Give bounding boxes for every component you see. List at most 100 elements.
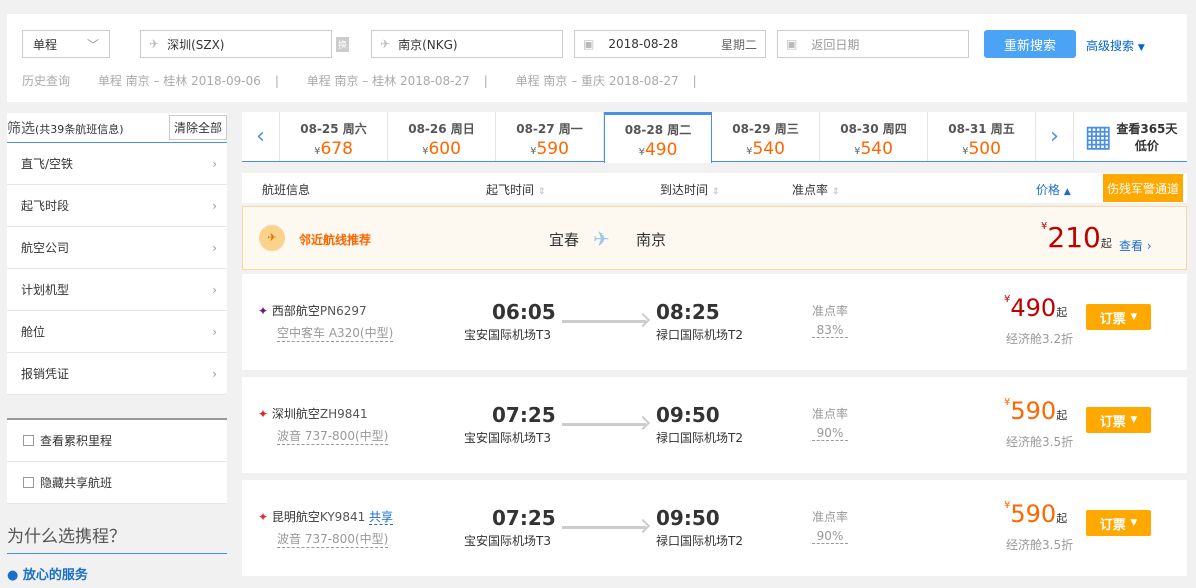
flight-price: ¥490起 (1004, 294, 1067, 322)
caret-down-icon: ▼ (1130, 312, 1137, 322)
airline-logo-icon: ✦ (258, 407, 268, 421)
sort-ontime[interactable]: 准点率 ⇕ (792, 181, 839, 198)
divider: | (693, 74, 697, 88)
departure-airport: 宝安国际机场T3 (464, 326, 551, 343)
depart-date-input[interactable]: ▣ 2018-08-28星期二 (574, 30, 766, 58)
filter-label: 航空公司 (21, 239, 69, 256)
arrow-icon (562, 526, 646, 529)
from-city-input[interactable]: ✈ 深圳(SZX) (140, 30, 332, 58)
filter-time[interactable]: 起飞时段 › (7, 185, 227, 227)
airline-info: ✦ 西部航空PN6297 (258, 302, 367, 319)
nearby-route-recommend[interactable]: ✈ 邻近航线推荐 宜春 ✈ 南京 ¥210起 查看 › (242, 206, 1187, 270)
trip-type-select[interactable]: 单程﹀ (22, 30, 110, 58)
calendar-icon: ▣ (583, 37, 594, 51)
mileage-checkbox[interactable]: 查看累积里程 (7, 420, 227, 462)
sort-arr[interactable]: 到达时间 ⇕ (660, 181, 719, 198)
sort-price[interactable]: 价格 ▲ (1036, 181, 1071, 198)
filter-cabin[interactable]: 舱位› (7, 311, 227, 353)
sort-icon: ⇕ (538, 187, 546, 197)
ontime-rate[interactable]: 准点率83% (812, 302, 848, 338)
filter-plane[interactable]: 计划机型› (7, 269, 227, 311)
discount-text: 经济舱3.5折 (1006, 536, 1073, 553)
airline-logo-icon: ✦ (258, 304, 268, 318)
next-dates-button[interactable]: › (1036, 112, 1074, 161)
date-tab[interactable]: 08-25 周六¥678 (280, 112, 388, 161)
low-price-calendar-button[interactable]: ▦查看365天低价 (1074, 112, 1187, 161)
departure-time: 07:25 (492, 506, 556, 530)
col-flight-info: 航班信息 (262, 181, 310, 198)
flight-row: ✦ 深圳航空ZH9841 波音 737-800(中型) 07:25 宝安国际机场… (242, 377, 1187, 473)
landing-icon: ✈ (380, 37, 390, 51)
airline-name: 西部航空 (272, 304, 320, 318)
takeoff-icon: ✈ (149, 37, 159, 51)
date-tab[interactable]: 08-29 周三¥540 (712, 112, 820, 161)
recommend-view-link[interactable]: 查看 › (1119, 237, 1152, 254)
recommend-label: 邻近航线推荐 (299, 231, 371, 248)
chevron-right-icon: › (212, 367, 217, 381)
arrow-icon (562, 423, 646, 426)
chevron-right-icon: › (212, 283, 217, 297)
ontime-rate[interactable]: 准点率90% (812, 405, 848, 441)
book-button[interactable]: 订票 ▼ (1086, 510, 1151, 536)
advanced-search-link[interactable]: 高级搜索 ▼ (1086, 37, 1145, 54)
date-tab-selected[interactable]: 08-28 周二¥490 (604, 112, 712, 163)
flight-row: ✦ 昆明航空KY9841 共享 波音 737-800(中型) 07:25 宝安国… (242, 480, 1187, 576)
airline-info: ✦ 深圳航空ZH9841 (258, 405, 368, 422)
plane-type[interactable]: 空中客车 A320(中型) (277, 324, 393, 342)
history-item[interactable]: 单程 南京 – 重庆 2018-08-27 (516, 74, 679, 88)
military-channel-button[interactable]: 伤残军警通道 (1103, 174, 1183, 202)
depart-weekday: 星期二 (721, 36, 757, 53)
from-city-value: 深圳(SZX) (167, 36, 224, 53)
shared-flight-link[interactable]: 共享 (369, 510, 393, 525)
date-tab[interactable]: 08-27 周一¥590 (496, 112, 604, 161)
flight-price: ¥590起 (1004, 397, 1067, 425)
why-ctrip: 为什么选携程？● 放心的服务 (7, 504, 227, 588)
plane-type[interactable]: 波音 737-800(中型) (277, 530, 388, 548)
sort-dep[interactable]: 起飞时间 ⇕ (486, 181, 545, 198)
book-button[interactable]: 订票 ▼ (1086, 304, 1151, 330)
filter-airline[interactable]: 航空公司› (7, 227, 227, 269)
hide-shared-checkbox[interactable]: 隐藏共享航班 (7, 462, 227, 504)
to-city-input[interactable]: ✈南京(NKG) (371, 30, 563, 58)
date-strip: ‹ 08-25 周六¥678 08-26 周日¥600 08-27 周一¥590… (242, 112, 1187, 162)
arrival-airport: 禄口国际机场T2 (656, 326, 743, 343)
chevron-right-icon: › (212, 199, 217, 213)
filter-label: 起飞时段 (21, 197, 69, 214)
checkbox-label: 查看累积里程 (40, 432, 112, 449)
book-button[interactable]: 订票 ▼ (1086, 407, 1151, 433)
airline-name: 昆明航空 (272, 510, 320, 524)
sort-up-icon: ▲ (1064, 187, 1071, 197)
filter-label: 舱位 (21, 323, 45, 340)
date-tab[interactable]: 08-26 周日¥600 (388, 112, 496, 161)
checkbox[interactable] (23, 477, 34, 488)
checkbox-label: 隐藏共享航班 (40, 474, 112, 491)
filter-label: 报销凭证 (21, 365, 69, 382)
flight-price: ¥590起 (1004, 500, 1067, 528)
arrival-airport: 禄口国际机场T2 (656, 532, 743, 549)
departure-airport: 宝安国际机场T3 (464, 429, 551, 446)
arrival-time: 09:50 (656, 506, 720, 530)
clear-all-button[interactable]: 清除全部 (169, 115, 227, 140)
search-button[interactable]: 重新搜索 (984, 30, 1076, 58)
filter-header: 筛选(共39条航班信息)清除全部 (7, 113, 227, 143)
filter-direct[interactable]: 直飞/空铁› (7, 143, 227, 185)
search-history: 历史查询 单程 南京 – 桂林 2018-09-06| 单程 南京 – 桂林 2… (22, 72, 711, 89)
departure-airport: 宝安国际机场T3 (464, 532, 551, 549)
date-tab[interactable]: 08-31 周五¥500 (928, 112, 1036, 161)
caret-down-icon: ▼ (1138, 43, 1145, 53)
swap-button[interactable]: 换 (336, 37, 349, 52)
ontime-rate[interactable]: 准点率90% (812, 508, 848, 544)
history-item[interactable]: 单程 南京 – 桂林 2018-08-27 (307, 74, 470, 88)
prev-dates-button[interactable]: ‹ (242, 112, 280, 161)
date-tab[interactable]: 08-30 周四¥540 (820, 112, 928, 161)
history-item[interactable]: 单程 南京 – 桂林 2018-09-06 (98, 74, 261, 88)
service-icon: ● (7, 568, 18, 583)
filter-invoice[interactable]: 报销凭证 › (7, 353, 227, 395)
depart-date-value: 2018-08-28 (608, 37, 721, 51)
return-date-input[interactable]: ▣返回日期 (777, 30, 969, 58)
checkbox[interactable] (23, 435, 34, 446)
plane-type[interactable]: 波音 737-800(中型) (277, 427, 388, 445)
flight-number: ZH9841 (320, 407, 368, 421)
arrival-time: 09:50 (656, 403, 720, 427)
divider: | (275, 74, 279, 88)
